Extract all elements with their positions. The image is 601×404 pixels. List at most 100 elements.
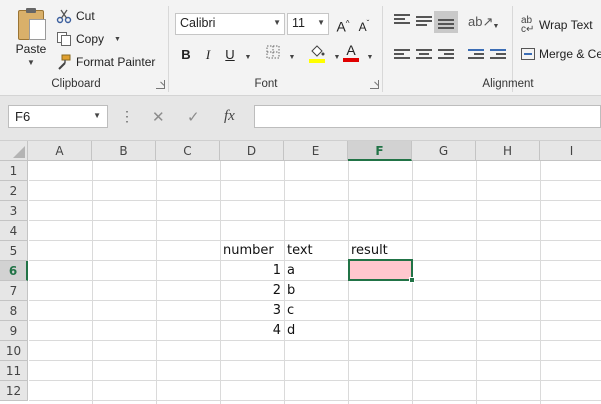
cell-area[interactable] bbox=[29, 161, 601, 404]
cell-e5[interactable]: text bbox=[284, 241, 316, 261]
font-color-icon[interactable]: A bbox=[341, 42, 361, 62]
format-painter-label: Format Painter bbox=[76, 55, 156, 69]
name-box-value: F6 bbox=[15, 109, 31, 124]
cell-d5[interactable]: number bbox=[220, 241, 277, 261]
chevron-down-icon[interactable]: ▼ bbox=[487, 14, 505, 34]
align-bottom-button[interactable] bbox=[434, 11, 458, 33]
wrap-text-label: Wrap Text bbox=[539, 18, 593, 32]
chevron-down-icon[interactable]: ▼ bbox=[361, 45, 379, 65]
font-dialog-launcher-icon[interactable] bbox=[370, 80, 379, 89]
cell-d7[interactable]: 2 bbox=[220, 281, 284, 301]
group-divider bbox=[382, 6, 383, 92]
column-header-c[interactable]: C bbox=[156, 141, 220, 161]
align-top-icon[interactable] bbox=[394, 14, 410, 26]
clipboard-group-label: Clipboard bbox=[51, 78, 101, 90]
wrap-text-icon: ab c↵ bbox=[521, 15, 535, 35]
cut-label: Cut bbox=[76, 9, 95, 23]
column-header-g[interactable]: G bbox=[412, 141, 476, 161]
merge-cells-icon bbox=[521, 48, 535, 60]
paste-button[interactable]: Paste ▼ bbox=[10, 6, 52, 72]
fill-handle[interactable] bbox=[409, 277, 415, 283]
worksheet-grid: A B C D E F G H I 1 2 3 4 5 6 7 8 9 10 1… bbox=[0, 141, 601, 404]
column-header-d[interactable]: D bbox=[220, 141, 284, 161]
name-box[interactable]: F6 ▼ bbox=[8, 105, 108, 128]
wrap-text-button[interactable]: ab c↵ Wrap Text bbox=[521, 15, 593, 35]
cancel-icon[interactable]: ✕ bbox=[152, 108, 165, 126]
copy-button[interactable]: Copy ▼ bbox=[56, 31, 121, 47]
column-header-e[interactable]: E bbox=[284, 141, 348, 161]
row-header-12[interactable]: 12 bbox=[0, 381, 28, 401]
chevron-down-icon[interactable]: ▼ bbox=[93, 111, 101, 120]
cell-e7[interactable]: b bbox=[284, 281, 298, 301]
cell-d8[interactable]: 3 bbox=[220, 301, 284, 321]
font-name-value: Calibri bbox=[180, 16, 216, 30]
align-left-icon[interactable] bbox=[394, 49, 410, 61]
insert-function-icon[interactable]: fx bbox=[224, 108, 235, 125]
more-options-icon[interactable]: ⋮ bbox=[120, 108, 134, 125]
select-all-button[interactable] bbox=[0, 141, 28, 161]
decrease-font-size-icon[interactable]: Aˇ bbox=[355, 14, 373, 34]
underline-icon[interactable]: U bbox=[221, 45, 239, 65]
formula-input[interactable] bbox=[254, 105, 601, 128]
row-header-9[interactable]: 9 bbox=[0, 321, 28, 341]
font-size-value: 11 bbox=[292, 16, 305, 30]
enter-icon[interactable]: ✓ bbox=[187, 108, 200, 126]
font-size-box[interactable]: 11 ▼ bbox=[287, 13, 329, 35]
align-right-icon[interactable] bbox=[438, 49, 454, 61]
row-header-11[interactable]: 11 bbox=[0, 361, 28, 381]
chevron-down-icon: ▼ bbox=[114, 35, 121, 43]
row-header-10[interactable]: 10 bbox=[0, 341, 28, 361]
row-header-6[interactable]: 6 bbox=[0, 261, 28, 281]
fill-color-icon[interactable] bbox=[306, 42, 328, 63]
row-header-4[interactable]: 4 bbox=[0, 221, 28, 241]
increase-font-size-icon[interactable]: A^ bbox=[334, 14, 352, 35]
column-header-i[interactable]: I bbox=[540, 141, 601, 161]
copy-label: Copy bbox=[76, 32, 105, 46]
clipboard-icon bbox=[18, 8, 46, 40]
chevron-down-icon: ▼ bbox=[27, 58, 35, 67]
format-painter-icon bbox=[56, 54, 72, 70]
align-middle-icon[interactable] bbox=[416, 16, 432, 28]
font-group-label: Font bbox=[254, 78, 278, 90]
row-header-5[interactable]: 5 bbox=[0, 241, 28, 261]
chevron-down-icon[interactable]: ▼ bbox=[273, 18, 281, 27]
cell-f5[interactable]: result bbox=[348, 241, 391, 261]
row-header-8[interactable]: 8 bbox=[0, 301, 28, 321]
cell-e6[interactable]: a bbox=[284, 261, 298, 281]
chevron-down-icon[interactable]: ▼ bbox=[283, 45, 301, 65]
decrease-indent-icon[interactable] bbox=[468, 49, 484, 61]
column-header-h[interactable]: H bbox=[476, 141, 540, 161]
format-painter-button[interactable]: Format Painter bbox=[56, 54, 155, 70]
row-header-2[interactable]: 2 bbox=[0, 181, 28, 201]
cell-e9[interactable]: d bbox=[284, 321, 298, 341]
cell-d6[interactable]: 1 bbox=[220, 261, 284, 281]
italic-icon[interactable]: I bbox=[199, 45, 217, 65]
chevron-down-icon[interactable]: ▼ bbox=[317, 18, 325, 27]
font-name-box[interactable]: Calibri ▼ bbox=[175, 13, 285, 35]
alignment-group-label: Alignment bbox=[482, 78, 534, 90]
paste-label: Paste bbox=[15, 42, 47, 56]
cut-button[interactable]: Cut bbox=[56, 8, 95, 24]
clipboard-dialog-launcher-icon[interactable] bbox=[156, 80, 165, 89]
formula-bar: F6 ▼ ⋮ ✕ ✓ fx bbox=[0, 96, 601, 141]
chevron-down-icon[interactable]: ▼ bbox=[239, 45, 257, 65]
row-header-7[interactable]: 7 bbox=[0, 281, 28, 301]
column-header-f[interactable]: F bbox=[348, 141, 412, 161]
row-header-3[interactable]: 3 bbox=[0, 201, 28, 221]
row-header-1[interactable]: 1 bbox=[0, 161, 28, 181]
increase-indent-icon[interactable] bbox=[490, 49, 506, 61]
group-divider bbox=[168, 6, 169, 92]
cell-d9[interactable]: 4 bbox=[220, 321, 284, 341]
merge-center-button[interactable]: Merge & Ce bbox=[521, 47, 601, 61]
align-center-icon[interactable] bbox=[416, 49, 432, 61]
bold-icon[interactable]: B bbox=[177, 45, 195, 65]
merge-label: Merge & Ce bbox=[539, 47, 601, 61]
ribbon: Paste ▼ Cut Copy ▼ Format Painter Clipbo… bbox=[0, 0, 601, 96]
copy-icon bbox=[56, 31, 72, 47]
column-header-a[interactable]: A bbox=[28, 141, 92, 161]
active-cell-f6[interactable] bbox=[348, 259, 413, 281]
scissors-icon bbox=[56, 8, 72, 24]
borders-icon[interactable] bbox=[264, 45, 282, 65]
column-header-b[interactable]: B bbox=[92, 141, 156, 161]
cell-e8[interactable]: c bbox=[284, 301, 297, 321]
